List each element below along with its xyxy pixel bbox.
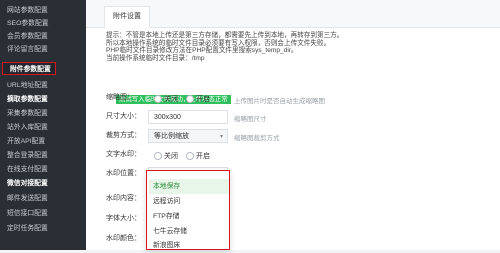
thumb-on-radio[interactable]: 开启 bbox=[186, 94, 210, 104]
radio-icon bbox=[186, 95, 194, 103]
radio-label: 开启 bbox=[196, 96, 210, 103]
radio-label: 关闭 bbox=[164, 153, 178, 160]
sidebar-item-url[interactable]: URL地址配置 bbox=[0, 79, 86, 92]
radio-label: 关闭 bbox=[164, 96, 178, 103]
hint-line: PHP临时文件目录修改方法在PHP配置文件里搜索sys_temp_dir。 bbox=[106, 47, 298, 55]
sidebar-item-login[interactable]: 整合登录配置 bbox=[0, 149, 86, 162]
size-help: 缩略图尺寸 bbox=[234, 116, 267, 123]
sidebar-item-extract[interactable]: 摘取参数配置 bbox=[0, 93, 86, 106]
hint-line: 提示：不管是本地上传还是第三方存储，都需要先上传到本地，再转存到第三方。 bbox=[106, 32, 344, 39]
radio-icon bbox=[154, 152, 162, 160]
sidebar: 网站参数配置 SEO参数配置 会员参数配置 评论留言配置 附件参数配置 URL地… bbox=[0, 0, 86, 250]
hint-line: 当前操作系统临时文件目录：/tmp bbox=[106, 54, 205, 62]
watermark-off-radio[interactable]: 关闭 bbox=[154, 151, 178, 161]
radio-icon bbox=[186, 152, 194, 160]
dropdown-option-sina[interactable]: 新浪图床 bbox=[149, 238, 229, 253]
sidebar-item-inbound[interactable]: 站外入库配置 bbox=[0, 121, 86, 134]
sidebar-item-cron[interactable]: 定时任务配置 bbox=[0, 222, 86, 235]
chevron-down-icon: ▾ bbox=[219, 134, 223, 140]
sidebar-item-mail[interactable]: 邮件发送配置 bbox=[0, 192, 86, 205]
crop-select[interactable]: 等比例缩放 ▾ bbox=[148, 129, 228, 143]
thumb-off-radio[interactable]: 关闭 bbox=[154, 94, 178, 104]
sidebar-item-site[interactable]: 网站参数配置 bbox=[0, 4, 86, 17]
watermark-on-radio[interactable]: 开启 bbox=[186, 151, 210, 161]
tab-bar: 附件设置 bbox=[86, 0, 500, 28]
dropdown-option-remote[interactable]: 远程访问 bbox=[149, 194, 229, 209]
hint-box: 提示：不管是本地上传还是第三方存储，都需要先上传到本地，再转存到第三方。 所以本… bbox=[106, 32, 496, 62]
size-input[interactable]: 300x300 bbox=[148, 110, 228, 124]
crop-select-value: 等比例缩放 bbox=[154, 133, 189, 140]
dropdown-option-qiniu[interactable]: 七牛云存储 bbox=[149, 224, 229, 239]
sidebar-item-comment[interactable]: 评论留言配置 bbox=[0, 43, 86, 56]
radio-icon bbox=[154, 95, 162, 103]
sidebar-item-api[interactable]: 开放API配置 bbox=[0, 135, 86, 148]
sidebar-item-attachment[interactable]: 附件参数配置 bbox=[2, 62, 56, 75]
thumb-help: 上传图片时是否自动生成缩略图 bbox=[234, 98, 325, 105]
sidebar-item-seo[interactable]: SEO参数配置 bbox=[0, 17, 86, 30]
crop-help: 缩略图裁剪方式 bbox=[234, 135, 280, 142]
sidebar-item-member[interactable]: 会员参数配置 bbox=[0, 30, 86, 43]
sidebar-item-collect[interactable]: 采集参数配置 bbox=[0, 107, 86, 120]
dropdown-option-local[interactable]: 本地保存 bbox=[149, 179, 229, 194]
sidebar-item-pay[interactable]: 在线支付配置 bbox=[0, 163, 86, 176]
sidebar-item-sms[interactable]: 短信接口配置 bbox=[0, 207, 86, 220]
dropdown-option-ftp[interactable]: FTP存储 bbox=[149, 209, 229, 224]
sidebar-item-wechat[interactable]: 微信对接配置 bbox=[0, 177, 86, 190]
tab-attachment-settings[interactable]: 附件设置 bbox=[104, 6, 150, 28]
radio-label: 开启 bbox=[196, 153, 210, 160]
storage-dropdown[interactable]: 本地保存 远程访问 FTP存储 七牛云存储 新浪图床 bbox=[146, 170, 230, 250]
